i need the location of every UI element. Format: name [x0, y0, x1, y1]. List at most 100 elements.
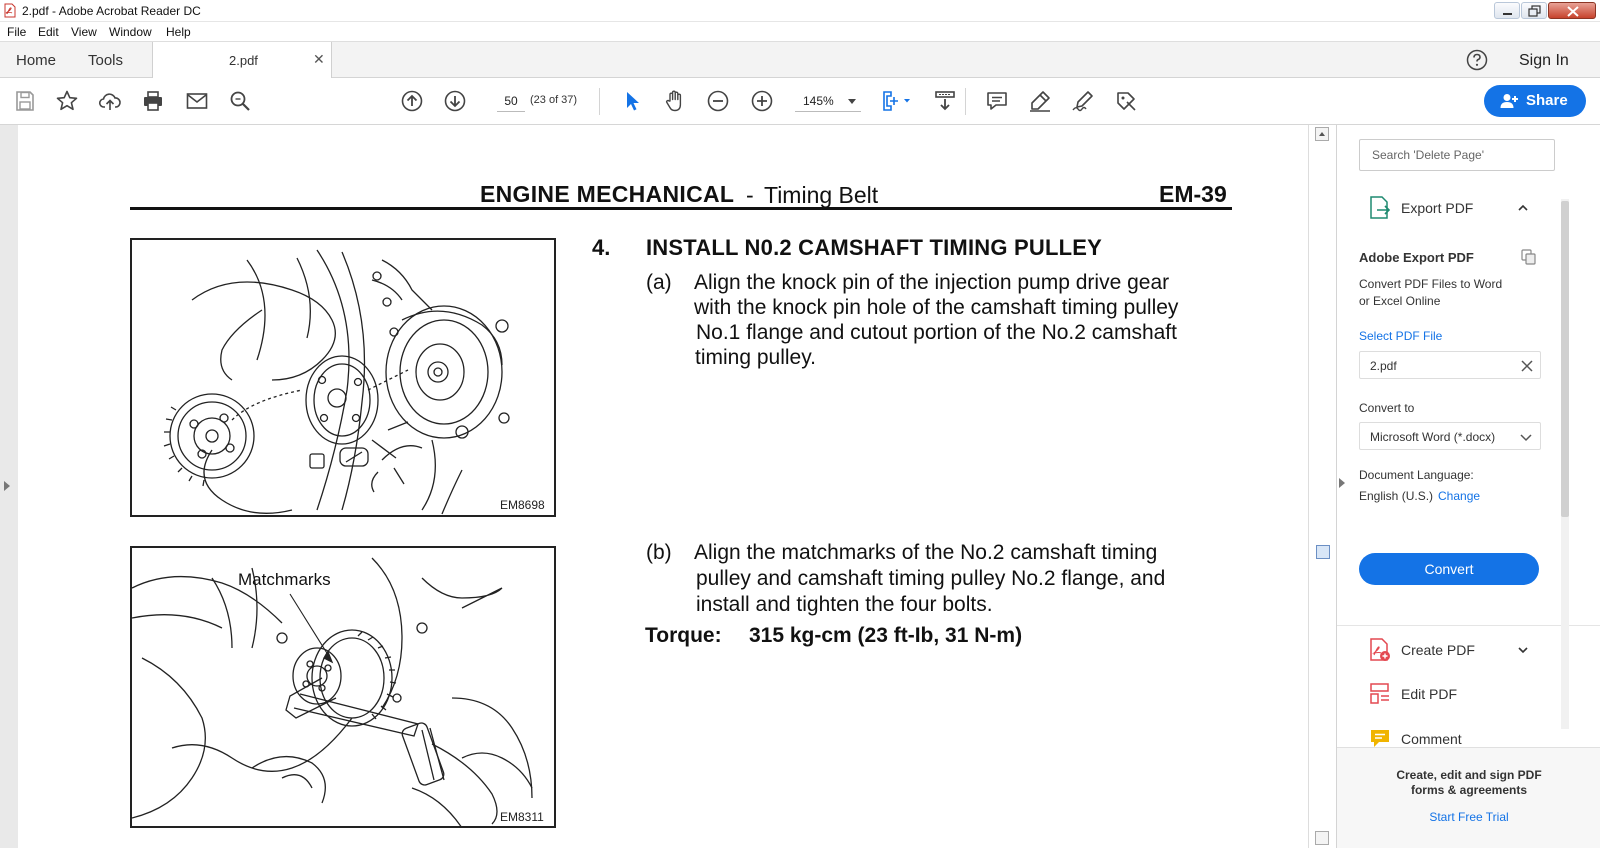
edit-pdf-icon [1370, 683, 1389, 704]
scrolling-mode-icon[interactable] [933, 89, 957, 113]
minimize-button[interactable] [1494, 2, 1520, 19]
edit-pdf-tool[interactable]: Edit PDF [1401, 686, 1457, 702]
selected-file-field[interactable]: 2.pdf [1359, 351, 1541, 379]
menu-bar: File Edit View Window Help [0, 22, 1600, 42]
export-pdf-heading[interactable]: Export PDF [1401, 200, 1473, 216]
comment-tool[interactable]: Comment [1401, 731, 1462, 747]
scroll-up-button[interactable] [1315, 127, 1329, 141]
clear-file-icon[interactable] [1520, 359, 1534, 373]
tools-pane-scrollbar[interactable] [1557, 187, 1571, 747]
document-viewer[interactable]: ENGINE MECHANICAL - Timing Belt EM-39 EM… [0, 125, 1336, 848]
section-title: ENGINE MECHANICAL [480, 181, 735, 207]
more-tools-icon[interactable] [1114, 89, 1138, 113]
section-dash: - [746, 182, 754, 208]
zoom-in-icon[interactable] [750, 89, 774, 113]
select-pdf-file-label: Select PDF File [1359, 329, 1443, 343]
document-language-label: Document Language: [1359, 468, 1474, 482]
export-description: or Excel Online [1359, 294, 1441, 308]
tools-pane: Export PDF Adobe Export PDF Convert PDF … [1336, 125, 1600, 848]
menu-view[interactable]: View [71, 25, 97, 39]
step-number: 4. [592, 235, 611, 260]
step-a-line: No.1 flange and cutout portion of the No… [696, 321, 1177, 344]
tool-search-input[interactable] [1359, 139, 1555, 171]
print-icon[interactable] [141, 89, 165, 113]
window-title: 2.pdf - Adobe Acrobat Reader DC [22, 4, 201, 18]
step-title: INSTALL N0.2 CAMSHAFT TIMING PULLEY [646, 235, 1102, 260]
hand-tool-icon[interactable] [663, 89, 687, 113]
collapse-right-pane-icon[interactable] [1339, 478, 1345, 488]
tab-tools[interactable]: Tools [88, 52, 123, 69]
engine-illustration [163, 249, 510, 515]
step-b-line: install and tighten the four bolts. [696, 593, 993, 616]
scroll-thumb[interactable] [1316, 545, 1330, 559]
step-a-line: timing pulley. [695, 346, 816, 369]
step-a-line: Align the knock pin of the injection pum… [694, 271, 1170, 294]
tab-bar: Home Tools 2.pdf ✕ Sign In [0, 42, 1600, 78]
toolbar-divider [965, 88, 966, 115]
highlight-pen-icon[interactable] [1028, 89, 1052, 113]
page-number-input[interactable] [497, 90, 525, 112]
close-window-button[interactable] [1548, 2, 1596, 19]
promo-text: Create, edit and sign PDF forms & agreem… [1351, 768, 1587, 798]
fill-sign-icon[interactable] [1071, 89, 1095, 113]
toolbar: (23 of 37) 145% Share [0, 78, 1600, 125]
search-icon[interactable] [228, 89, 252, 113]
select-cursor-icon[interactable] [620, 89, 644, 113]
zoom-dropdown[interactable]: 145% [795, 90, 861, 112]
menu-window[interactable]: Window [109, 25, 152, 39]
step-b-line: Align the matchmarks of the No.2 camshaf… [694, 541, 1158, 564]
zoom-value: 145% [803, 94, 834, 108]
create-pdf-tool[interactable]: Create PDF [1401, 642, 1475, 658]
pdf-page: ENGINE MECHANICAL - Timing Belt EM-39 EM… [18, 125, 1308, 848]
bookmark-star-icon[interactable] [55, 89, 79, 113]
header-rule [130, 207, 1232, 210]
next-page-icon[interactable] [443, 89, 467, 113]
menu-help[interactable]: Help [166, 25, 191, 39]
export-description: Convert PDF Files to Word [1359, 277, 1503, 291]
tab-home[interactable]: Home [16, 52, 56, 69]
step-a-marker: (a) [646, 271, 672, 294]
toolbar-divider [599, 88, 600, 115]
sign-in-link[interactable]: Sign In [1519, 52, 1569, 70]
chevron-up-icon[interactable] [1518, 203, 1528, 213]
convert-to-label: Convert to [1359, 401, 1415, 415]
title-bar: 2.pdf - Adobe Acrobat Reader DC [0, 0, 1600, 22]
restore-button[interactable] [1521, 2, 1547, 19]
figure-code: EM8311 [500, 810, 544, 824]
adobe-export-pdf-title: Adobe Export PDF [1359, 250, 1474, 265]
upload-cloud-icon[interactable] [98, 89, 122, 113]
document-language-value: English (U.S.) [1359, 489, 1434, 503]
close-tab-icon[interactable]: ✕ [313, 51, 325, 68]
save-icon[interactable] [13, 89, 37, 113]
change-language-link[interactable]: Change [1438, 489, 1480, 503]
zoom-out-icon[interactable] [706, 89, 730, 113]
acrobat-app-icon [4, 3, 16, 18]
chevron-down-icon[interactable] [1518, 645, 1528, 655]
tab-document[interactable]: 2.pdf ✕ [152, 42, 332, 78]
scroll-down-button[interactable] [1315, 831, 1329, 845]
copy-info-icon[interactable] [1521, 249, 1537, 265]
convert-button[interactable]: Convert [1359, 553, 1539, 585]
help-icon[interactable] [1466, 49, 1488, 71]
figure-matchmarks: Matchmarks EM8311 [130, 546, 556, 828]
torque-value: 315 kg-cm (23 ft-Ib, 31 N-m) [749, 624, 1023, 647]
comment-icon[interactable] [985, 89, 1009, 113]
wrench-illustration [132, 557, 533, 826]
convert-format-select[interactable]: Microsoft Word (*.docx) [1359, 422, 1541, 450]
step-a-line: with the knock pin hole of the camshaft … [694, 296, 1179, 319]
email-icon[interactable] [185, 89, 209, 113]
chevron-down-icon [848, 99, 856, 104]
expand-left-pane-icon[interactable] [4, 481, 10, 491]
document-scrollbar[interactable] [1308, 125, 1336, 848]
menu-edit[interactable]: Edit [38, 25, 59, 39]
fit-page-icon[interactable] [880, 89, 912, 113]
menu-file[interactable]: File [7, 25, 26, 39]
start-free-trial-link[interactable]: Start Free Trial [1351, 810, 1587, 824]
scroll-thumb[interactable] [1561, 201, 1569, 517]
chevron-down-icon [1520, 434, 1532, 442]
promo-line: Create, edit and sign PDF [1396, 768, 1542, 782]
share-button[interactable]: Share [1484, 85, 1586, 117]
page-code: EM-39 [1159, 181, 1227, 207]
previous-page-icon[interactable] [400, 89, 424, 113]
step-b-line: pulley and camshaft timing pulley No.2 f… [696, 567, 1166, 590]
